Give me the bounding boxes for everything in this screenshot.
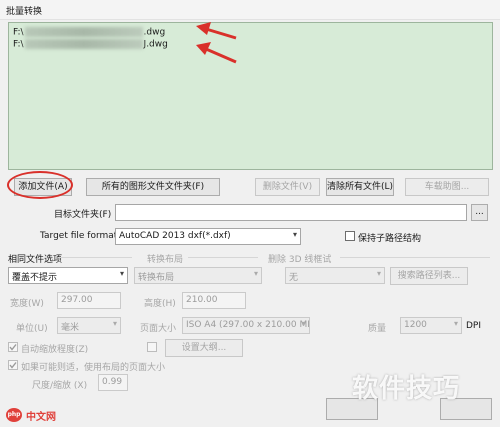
watermark-site: 中文网 [26, 412, 56, 423]
target-format-value: AutoCAD 2013 dxf(*.dxf) [119, 231, 231, 241]
delete-3d-select[interactable]: 无 ▾ [285, 267, 385, 284]
annotation-arrows [196, 22, 237, 64]
same-name-options-select[interactable]: 覆盖不提示 ▾ [8, 267, 128, 284]
delete-file-button[interactable]: 删除文件(V) [255, 178, 320, 196]
keep-subfolder-label: 保持子路径结构 [358, 234, 422, 244]
fit-layout-label: 如果可能则适，使用布局的页面大小 [21, 363, 166, 373]
plot-style-list-button[interactable]: 搜索路径列表... [390, 267, 468, 285]
width-label: 宽度(W) [10, 299, 44, 309]
red-highlight-oval [7, 171, 73, 199]
auto-scale-label: 自动缩放程度(Z) [21, 345, 89, 355]
scale-ratio-label: 尺度/缩放 (X) [32, 381, 88, 391]
units-label: 单位(U) [16, 324, 48, 334]
same-name-options-value: 覆盖不提示 [12, 273, 58, 283]
delete-3d-heading: 删除 3D 线框试 [268, 255, 332, 265]
red-arrow-icon [196, 42, 237, 64]
group-divider [188, 257, 258, 258]
checkmark-icon [9, 362, 17, 369]
checkmark-icon [9, 344, 17, 351]
convert-layout-select[interactable]: 转换布局 ▾ [134, 267, 262, 284]
php-logo-icon: php [6, 408, 22, 422]
red-arrow-icon [196, 22, 237, 40]
add-to-convert-button[interactable]: 车载助图... [405, 178, 489, 196]
target-format-select[interactable]: AutoCAD 2013 dxf(*.dxf) ▾ [115, 228, 301, 245]
width-input[interactable]: 297.00 [57, 292, 121, 309]
quality-value: 1200 [404, 320, 427, 330]
chevron-down-icon: ▾ [376, 269, 381, 278]
chevron-down-icon: ▾ [453, 319, 458, 328]
page-size-select[interactable]: ISO A4 (297.00 x 210.00 MM) ▾ [182, 317, 310, 334]
quality-unit: DPI [466, 321, 482, 331]
convert-layout-value: 转换布局 [138, 273, 175, 283]
units-select[interactable]: 毫米 ▾ [57, 317, 121, 334]
chevron-down-icon: ▾ [292, 230, 297, 239]
clear-all-files-button[interactable]: 清除所有文件(L) [326, 178, 394, 196]
same-name-options-heading: 相同文件选项 [8, 255, 63, 265]
delete-3d-value: 无 [289, 273, 299, 283]
chevron-down-icon: ▾ [301, 319, 306, 328]
auto-scale-checkbox[interactable] [8, 342, 18, 352]
keep-subfolder-checkbox[interactable] [345, 231, 355, 241]
all-drawings-folder-button[interactable]: 所有的图形文件文件夹(F) [86, 178, 220, 196]
chevron-down-icon: ▾ [112, 319, 117, 328]
page-size-value: ISO A4 (297.00 x 210.00 MM) [186, 320, 310, 330]
fit-layout-checkbox[interactable] [8, 360, 18, 370]
group-divider [58, 257, 132, 258]
quality-select[interactable]: 1200 ▾ [400, 317, 462, 334]
convert-layout-heading: 转换布局 [147, 255, 184, 265]
target-format-label: Target file format [40, 231, 118, 241]
chevron-down-icon: ▾ [119, 269, 124, 278]
height-label: 高度(H) [144, 299, 176, 309]
height-input[interactable]: 210.00 [182, 292, 246, 309]
page-size-label: 页面大小 [140, 324, 177, 334]
auto-scale-extra-checkbox[interactable] [147, 342, 157, 352]
scale-ratio-input[interactable]: 0.99 [98, 374, 128, 391]
watermark-text: 软件技巧 [352, 374, 461, 404]
settings-button[interactable]: 设置大纲... [165, 339, 243, 357]
target-folder-label: 目标文件夹(F) [54, 210, 112, 220]
chevron-down-icon: ▾ [253, 269, 258, 278]
target-folder-input[interactable] [115, 204, 467, 221]
browse-button[interactable]: ... [471, 204, 488, 221]
group-divider [340, 257, 490, 258]
units-value: 毫米 [61, 323, 80, 333]
quality-label: 质量 [368, 324, 387, 334]
